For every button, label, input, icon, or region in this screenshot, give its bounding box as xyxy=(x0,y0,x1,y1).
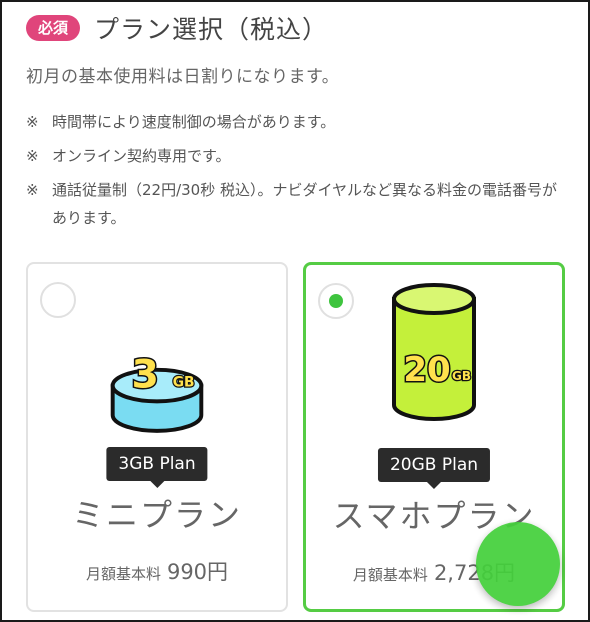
note-text: 時間帯により速度制御の場合があります。 xyxy=(52,113,336,131)
note-mark: ※ xyxy=(26,147,39,165)
plan-section-header: 必須 プラン選択（税込） xyxy=(26,10,328,46)
required-badge: 必須 xyxy=(26,15,81,41)
data-disk-icon: 3 GB xyxy=(110,350,204,433)
price-value: 990円 xyxy=(166,560,229,584)
capacity-unit: GB xyxy=(452,369,471,383)
price-label: 月額基本料 xyxy=(85,565,161,583)
note-mark: ※ xyxy=(26,113,39,131)
section-title: プラン選択（税込） xyxy=(94,15,329,44)
plan-name: ミニプラン xyxy=(71,496,242,534)
note-mark: ※ xyxy=(26,181,39,199)
plan-tooltip: 20GB Plan xyxy=(377,448,491,489)
notes-list: ※ 時間帯により速度制御の場合があります。 ※ オンライン契約専用です。 ※ 通… xyxy=(26,108,571,238)
plan-card-mini[interactable]: 3 GB 3GB Plan ミニプラン 月額基本料 990円 xyxy=(26,262,288,612)
capacity-number: 3 xyxy=(131,352,158,398)
plan-price: 月額基本料 990円 xyxy=(28,556,286,586)
capacity-unit: GB xyxy=(173,375,195,391)
intro-text: 初月の基本使用料は日割りになります。 xyxy=(26,67,340,87)
note-text: 通話従量制（22円/30秒 税込）。ナビダイヤルなど異なる料金の電話番号がありま… xyxy=(52,181,558,227)
plan-tooltip: 3GB Plan xyxy=(106,447,208,488)
capacity-number: 20 xyxy=(403,350,450,390)
note-item: ※ オンライン契約専用です。 xyxy=(26,142,571,170)
floating-action-button[interactable] xyxy=(476,522,560,606)
note-text: オンライン契約専用です。 xyxy=(52,147,231,165)
note-item: ※ 通話従量制（22円/30秒 税込）。ナビダイヤルなど異なる料金の電話番号があ… xyxy=(26,176,571,232)
price-label: 月額基本料 xyxy=(352,566,428,584)
note-item: ※ 時間帯により速度制御の場合があります。 xyxy=(26,108,571,136)
data-cylinder-icon: 20 GB xyxy=(392,283,476,421)
